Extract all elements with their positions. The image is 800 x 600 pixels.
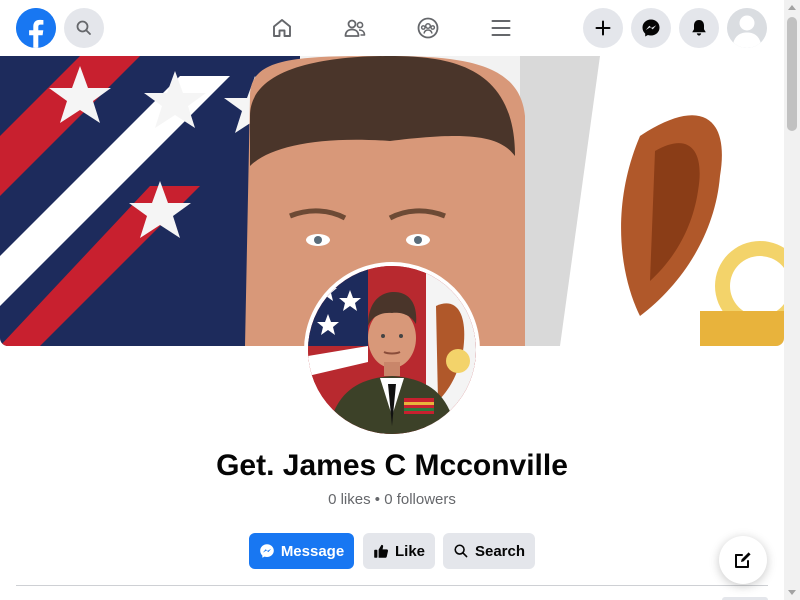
scroll-down-arrow-icon[interactable]	[788, 590, 796, 595]
nav-friends[interactable]	[339, 12, 371, 44]
groups-icon	[417, 17, 439, 39]
avatar-icon	[727, 8, 767, 48]
search-icon	[76, 20, 91, 35]
home-icon	[273, 19, 291, 37]
thumbs-up-icon	[374, 544, 388, 558]
notifications-button[interactable]	[679, 8, 719, 48]
scroll-up-arrow-icon[interactable]	[788, 5, 796, 10]
messenger-icon	[642, 19, 660, 37]
create-button[interactable]	[583, 8, 623, 48]
nav-groups[interactable]	[412, 12, 444, 44]
nav-menu[interactable]	[485, 12, 517, 44]
search-page-button[interactable]: Search	[443, 533, 535, 569]
new-message-button[interactable]	[719, 536, 767, 584]
like-button[interactable]: Like	[363, 533, 435, 569]
nav-home[interactable]	[266, 12, 298, 44]
search-button-label: Search	[474, 542, 526, 560]
facebook-logo-icon[interactable]	[16, 8, 56, 48]
compose-icon	[735, 552, 751, 568]
top-navigation-bar	[0, 0, 784, 56]
page-scrollbar[interactable]	[784, 0, 800, 600]
menu-icon	[491, 20, 511, 36]
section-divider	[16, 585, 768, 586]
page-title: Get. James C Mcconville	[216, 449, 568, 482]
message-button[interactable]: Message	[249, 533, 354, 569]
message-button-label: Message	[280, 542, 345, 560]
likes-followers-count[interactable]: 0 likes • 0 followers	[0, 490, 784, 510]
profile-picture[interactable]	[304, 262, 480, 438]
search-icon	[454, 544, 468, 558]
plus-icon	[595, 20, 611, 36]
account-avatar-button[interactable]	[727, 8, 767, 48]
search-button[interactable]	[64, 8, 104, 48]
scroll-thumb[interactable]	[787, 17, 797, 131]
messenger-button[interactable]	[631, 8, 671, 48]
messenger-icon	[260, 544, 274, 558]
friends-icon	[344, 19, 366, 37]
like-button-label: Like	[394, 542, 425, 560]
bell-icon	[692, 20, 706, 36]
